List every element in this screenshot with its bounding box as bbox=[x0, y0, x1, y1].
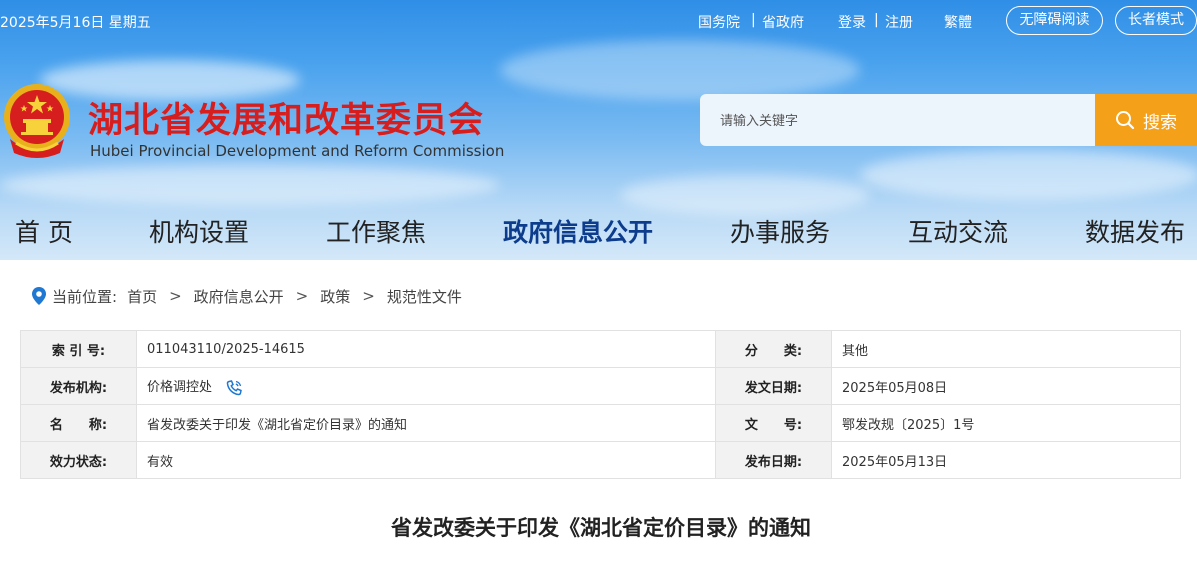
publisher-label: 发布机构: bbox=[20, 367, 137, 405]
table-row: 发布机构: 价格调控处 发文日期: 2025年05月08日 bbox=[20, 367, 1181, 405]
breadcrumb-item-home[interactable]: 首页 bbox=[127, 286, 157, 307]
provincial-gov-link[interactable]: 省政府 bbox=[762, 12, 804, 32]
publisher-value: 价格调控处 bbox=[147, 380, 213, 396]
search-button[interactable]: 搜索 bbox=[1095, 94, 1197, 146]
nav-item-data-release[interactable]: 数据发布 bbox=[1085, 213, 1185, 249]
header-cloud bbox=[0, 165, 500, 205]
traditional-chinese-link[interactable]: 繁體 bbox=[944, 12, 972, 32]
current-date: 2025年5月16日 星期五 bbox=[0, 15, 151, 31]
site-title: 湖北省发展和改革委员会 bbox=[88, 101, 485, 141]
index-number-value: 011043110/2025-14615 bbox=[136, 330, 716, 368]
publisher-cell: 价格调控处 bbox=[136, 367, 716, 405]
doc-number-value: 鄂发改规〔2025〕1号 bbox=[831, 404, 1181, 442]
issue-date-label: 发文日期: bbox=[715, 367, 832, 405]
nav-item-interaction[interactable]: 互动交流 bbox=[908, 213, 1008, 249]
category-label: 分 类: bbox=[715, 330, 832, 368]
table-row: 名 称: 省发改委关于印发《湖北省定价目录》的通知 文 号: 鄂发改规〔2025… bbox=[20, 404, 1181, 442]
state-council-link[interactable]: 国务院 bbox=[698, 12, 740, 32]
validity-status-label: 效力状态: bbox=[20, 441, 137, 479]
national-emblem-icon bbox=[4, 84, 70, 158]
table-row: 索 引 号: 011043110/2025-14615 分 类: 其他 bbox=[20, 330, 1181, 368]
doc-name-value: 省发改委关于印发《湖北省定价目录》的通知 bbox=[136, 404, 716, 442]
publish-date-value: 2025年05月13日 bbox=[831, 441, 1181, 479]
search-button-label: 搜索 bbox=[1143, 112, 1177, 132]
main-nav: 首 页 机构设置 工作聚焦 政府信息公开 办事服务 互动交流 数据发布 bbox=[0, 205, 1197, 257]
validity-status-value: 有效 bbox=[136, 441, 716, 479]
search-icon bbox=[1116, 111, 1135, 130]
breadcrumb-separator: > bbox=[362, 287, 375, 305]
nav-item-work-focus[interactable]: 工作聚焦 bbox=[326, 213, 426, 249]
breadcrumb-separator: > bbox=[295, 287, 309, 305]
site-header: 2025年5月16日 星期五 国务院 | 省政府 登录 | 注册 繁體 无障碍阅… bbox=[0, 0, 1197, 260]
phone-icon[interactable] bbox=[226, 379, 243, 396]
topbar-separator: | bbox=[874, 12, 879, 28]
category-value: 其他 bbox=[831, 330, 1181, 368]
login-link[interactable]: 登录 bbox=[838, 12, 866, 32]
accessible-reading-button[interactable]: 无障碍阅读 bbox=[1006, 6, 1103, 35]
publish-date-label: 发布日期: bbox=[715, 441, 832, 479]
nav-item-home[interactable]: 首 页 bbox=[15, 213, 73, 249]
location-pin-icon bbox=[32, 287, 46, 305]
breadcrumb-separator: > bbox=[169, 287, 182, 305]
nav-item-organization[interactable]: 机构设置 bbox=[149, 213, 249, 249]
elder-mode-button[interactable]: 长者模式 bbox=[1115, 6, 1197, 35]
top-bar: 2025年5月16日 星期五 国务院 | 省政府 登录 | 注册 繁體 无障碍阅… bbox=[0, 0, 1197, 40]
nav-item-services[interactable]: 办事服务 bbox=[730, 213, 830, 249]
nav-item-gov-info-disclosure[interactable]: 政府信息公开 bbox=[503, 213, 653, 249]
table-row: 效力状态: 有效 发布日期: 2025年05月13日 bbox=[20, 441, 1181, 479]
search-input[interactable] bbox=[700, 94, 1095, 146]
issue-date-value: 2025年05月08日 bbox=[831, 367, 1181, 405]
breadcrumb-prefix: 当前位置: bbox=[52, 287, 118, 306]
header-cloud bbox=[860, 150, 1197, 200]
document-title: 省发改委关于印发《湖北省定价目录》的通知 bbox=[391, 515, 811, 540]
breadcrumb-item-policy[interactable]: 政策 bbox=[320, 286, 350, 307]
breadcrumb-item-normative-docs[interactable]: 规范性文件 bbox=[387, 286, 462, 307]
index-number-label: 索 引 号: bbox=[20, 330, 137, 368]
document-info-table: 索 引 号: 011043110/2025-14615 分 类: 其他 发布机构… bbox=[20, 330, 1181, 479]
breadcrumb: 当前位置: 首页 > 政府信息公开 > 政策 > 规范性文件 bbox=[32, 285, 462, 307]
breadcrumb-item-gov-info[interactable]: 政府信息公开 bbox=[194, 286, 284, 307]
site-subtitle: Hubei Provincial Development and Reform … bbox=[90, 142, 505, 160]
topbar-separator: | bbox=[751, 12, 756, 28]
header-cloud bbox=[500, 40, 860, 100]
doc-number-label: 文 号: bbox=[715, 404, 832, 442]
register-link[interactable]: 注册 bbox=[885, 12, 913, 32]
doc-name-label: 名 称: bbox=[20, 404, 137, 442]
